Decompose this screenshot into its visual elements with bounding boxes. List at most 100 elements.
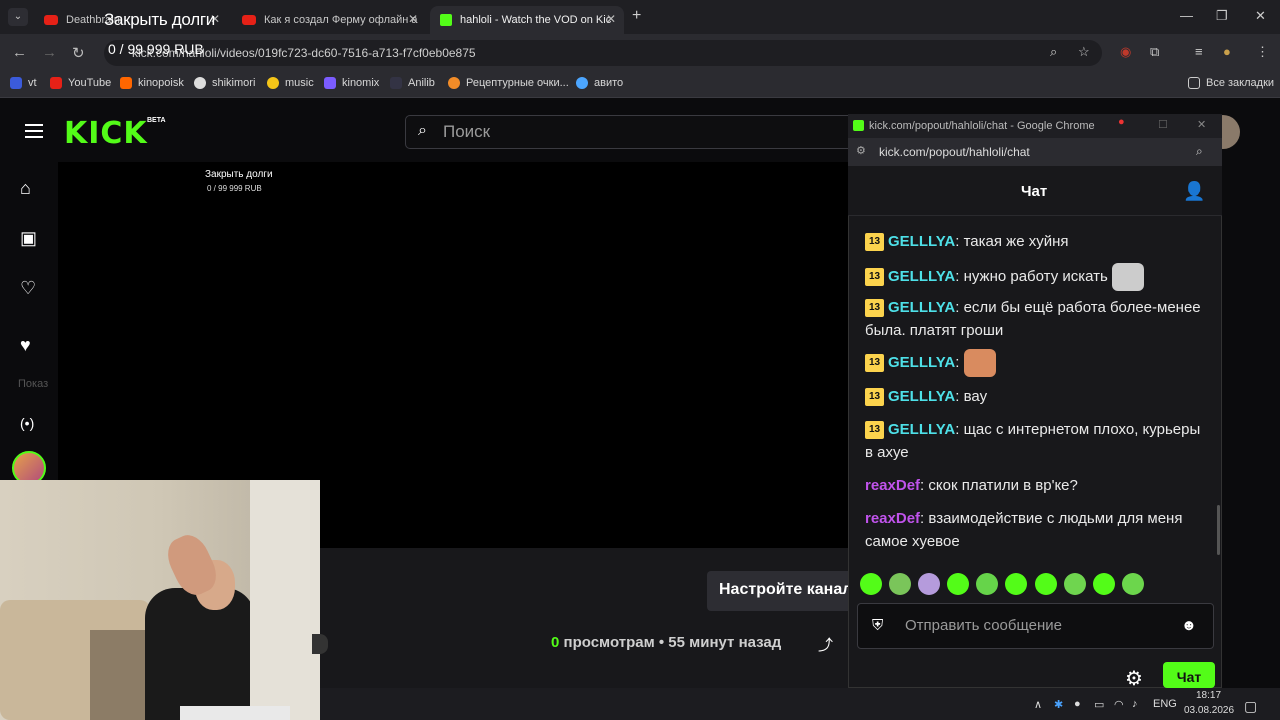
quick-emote-icon[interactable] [1122,573,1144,595]
live-channels-icon[interactable]: (•) [20,415,34,431]
webcam-overlay [0,480,320,720]
quick-emote-icon[interactable] [1035,573,1057,595]
quick-emote-icon[interactable] [860,573,882,595]
new-tab-button[interactable]: + [632,7,641,25]
language-indicator[interactable]: ENG [1153,698,1177,710]
youtube-icon [50,77,62,89]
user-list-icon[interactable]: 👤 [1183,181,1205,202]
player-overlay-title: Закрыть долги [205,169,273,180]
chat-username[interactable]: reaxDef [865,477,920,494]
tab-hahloli-vod[interactable]: hahloli - Watch the VOD on Kic ✕ [430,6,624,34]
emoji-picker-icon[interactable]: ☻ [1181,617,1197,634]
chat-message: 13 GELLLYA: нужно работу искать [865,263,1205,291]
chat-message: 13 GELLLYA: такая же хуйня [865,230,1205,253]
face-emote-icon [963,349,996,377]
notifications-icon[interactable]: ▢ [1244,698,1257,715]
microphone-icon[interactable]: ● [1074,698,1081,710]
all-bookmarks[interactable]: Все закладки [1188,77,1274,89]
chat-username[interactable]: GELLLYA [888,268,955,285]
quick-emote-icon[interactable] [1093,573,1115,595]
extensions-puzzle-icon[interactable]: ⧉ [1150,44,1159,60]
close-icon[interactable]: ✕ [408,12,418,26]
chat-message: 13 GELLLYA: щас с интернетом плохо, курье… [865,421,1201,461]
share-icon[interactable]: ⤴ [818,634,833,655]
bookmark-avito[interactable]: авито [576,77,623,89]
chat-username[interactable]: reaxDef [865,510,920,527]
browse-icon[interactable]: ▣ [20,228,37,249]
back-button[interactable]: ← [12,44,27,61]
clock-time[interactable]: 18:17 [1196,690,1221,701]
chat-username[interactable]: GELLLYA [888,421,955,438]
maximize-button[interactable]: ❐ [1216,8,1228,24]
clock-date[interactable]: 03.08.2026 [1184,705,1234,716]
extension-icon[interactable]: ◉ [1120,44,1131,60]
sidebar-collapse-toggle[interactable] [312,634,328,654]
bookmark-music[interactable]: music [267,77,314,89]
chat-username[interactable]: GELLLYA [888,388,955,405]
chat-input-placeholder: Отправить сообщение [905,617,1063,634]
youtube-icon [44,15,58,25]
profile-icon[interactable]: ● [1223,44,1231,59]
popup-title: kick.com/popout/hahloli/chat - Google Ch… [869,120,1095,132]
kick-logo[interactable]: KICK [64,116,148,151]
bookmark-star-icon[interactable]: ☆ [1078,44,1090,60]
window-close-button[interactable]: ✕ [1255,8,1266,24]
home-icon[interactable]: ⌂ [20,178,31,199]
quick-emote-icon[interactable] [1064,573,1086,595]
chat-title: Чат [1021,183,1048,200]
kinopoisk-icon [120,77,132,89]
popup-url[interactable]: kick.com/popout/hahloli/chat [879,145,1030,159]
music-icon [267,77,279,89]
chat-scrollbar[interactable] [1217,505,1220,555]
subscriber-badge: 13 [865,233,884,251]
bookmark-shikimori[interactable]: shikimori [194,77,255,89]
following-heart-icon[interactable]: ♥ [20,335,31,356]
forward-button[interactable]: → [42,44,57,61]
quick-emote-icon[interactable] [889,573,911,595]
bluetooth-icon[interactable]: ✱ [1054,698,1063,711]
site-settings-icon[interactable]: ⚙ [856,144,866,157]
chat-username[interactable]: GELLLYA [888,299,955,316]
chat-settings-gear-icon[interactable]: ⚙ [1125,666,1143,691]
kick-icon [440,14,452,26]
shield-icon[interactable]: ⛨ [872,617,883,634]
chat-send-button[interactable]: Чат [1163,662,1215,688]
kick-icon [853,120,864,131]
close-icon[interactable]: ✕ [606,12,616,26]
quick-emote-icon[interactable] [1005,573,1027,595]
hamburger-menu-icon[interactable] [25,124,43,138]
player-overlay-progress: 0 / 99 999 RUB [207,184,262,193]
subscriber-badge: 13 [865,299,884,317]
chat-username[interactable]: GELLLYA [888,354,955,371]
reload-button[interactable]: ↻ [72,44,85,62]
bookmark-kinomix[interactable]: kinomix [324,77,379,89]
bookmark-vt[interactable]: vt [10,77,37,89]
popup-maximize-button[interactable]: ☐ [1158,118,1168,131]
bookmark-anilib[interactable]: Anilib [390,77,435,89]
menu-icon[interactable]: ⋮ [1256,44,1269,60]
minimize-button[interactable]: — [1180,8,1193,23]
volume-icon[interactable]: ♪ [1132,698,1138,710]
media-icon[interactable]: ≡ [1195,44,1203,59]
following-heart-outline-icon[interactable]: ♡ [20,278,36,299]
zoom-icon[interactable]: ⌕ [1050,44,1057,60]
anilib-icon [390,77,402,89]
tab-farm-video[interactable]: Как я создал Ферму офлайн а ✕ [232,6,426,34]
battery-icon[interactable]: ▭ [1094,698,1104,711]
zoom-icon[interactable]: ⌕ [1196,144,1203,159]
chat-username[interactable]: GELLLYA [888,233,955,250]
beta-label: BETA [147,117,166,124]
quick-emote-icon[interactable] [947,573,969,595]
bookmark-kinopoisk[interactable]: kinopoisk [120,77,184,89]
views-count: 0 [551,634,560,651]
bookmark-youtube[interactable]: YouTube [50,77,111,89]
tab-search-icon[interactable]: ⌄ [8,8,28,26]
tray-chevron-icon[interactable]: ∧ [1034,698,1042,711]
chat-message: 13 GELLLYA: если бы ещё работа более-мене… [865,299,1201,339]
quick-emote-icon[interactable] [976,573,998,595]
wifi-icon[interactable]: ◠ [1114,698,1124,711]
popup-close-button[interactable]: ✕ [1197,118,1206,131]
bookmark-glasses[interactable]: Рецептурные очки... [448,77,569,89]
quick-emote-icon[interactable] [918,573,940,595]
tune-channel-button[interactable]: Настройте канал [707,571,848,611]
